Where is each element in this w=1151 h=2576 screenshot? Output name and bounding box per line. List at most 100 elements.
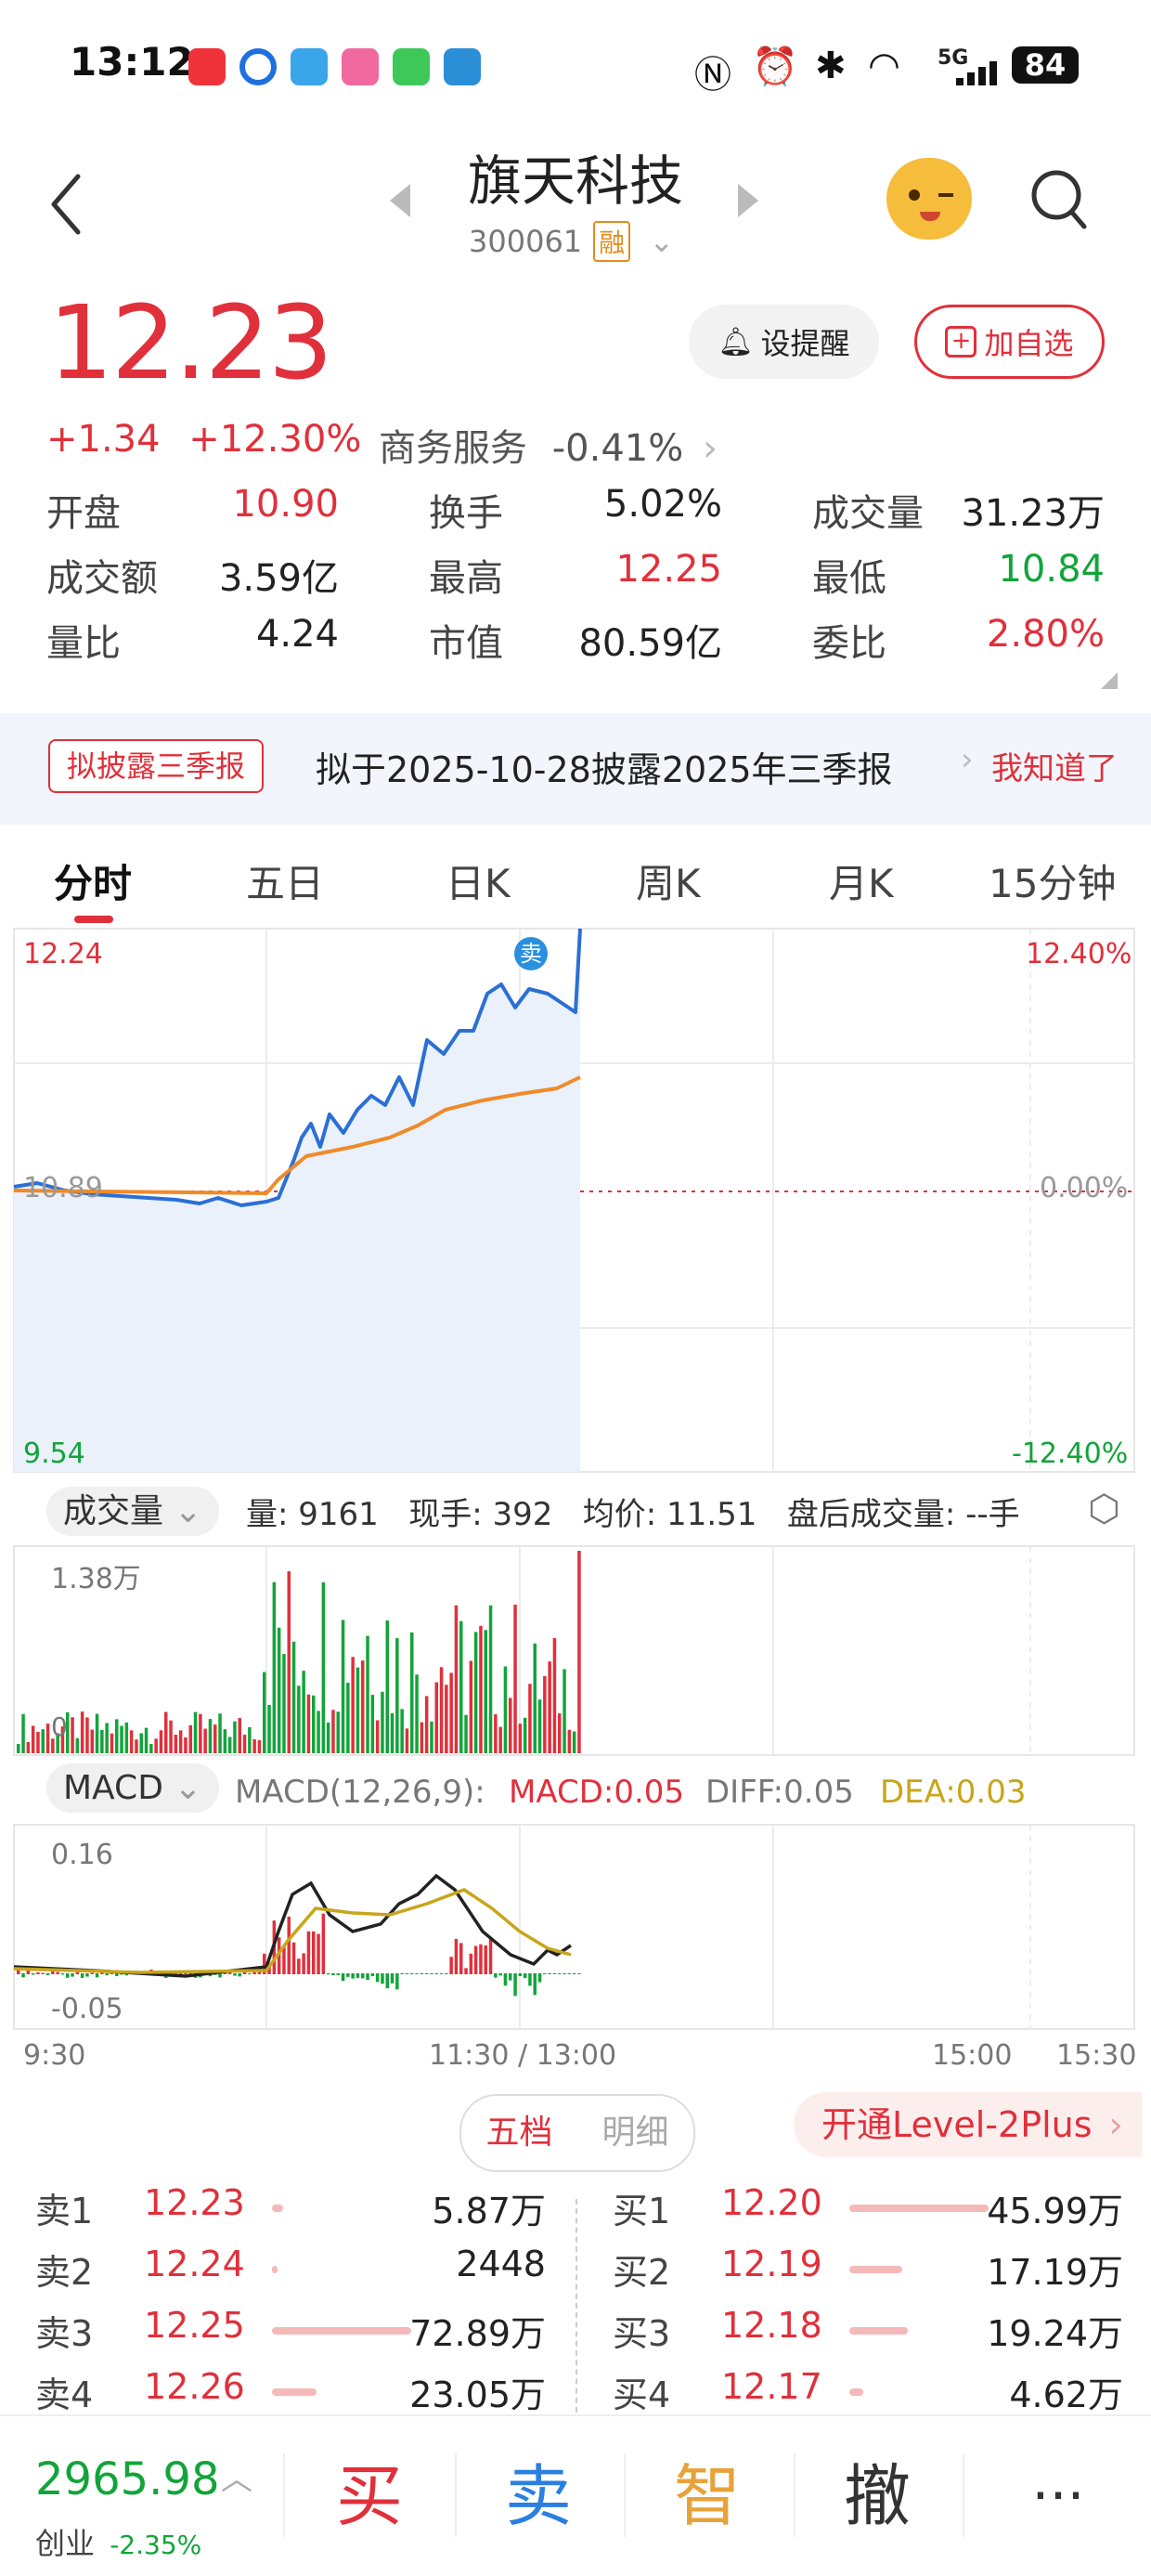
buy-level-price[interactable]: 12.18 <box>721 2305 822 2346</box>
macd-histogram-bar <box>445 1973 448 1974</box>
volume-bar <box>405 1728 409 1753</box>
macd-histogram-bar <box>484 1945 487 1974</box>
macd-histogram-bar <box>420 1973 424 1974</box>
buy-level-price[interactable]: 12.20 <box>721 2182 822 2223</box>
volume-bar <box>543 1676 547 1753</box>
macd-histogram-bar <box>523 1973 527 1979</box>
macd-histogram-bar <box>218 1973 222 1978</box>
volume-bar <box>95 1713 99 1753</box>
time-label-after: 15:30 <box>1056 2039 1137 2072</box>
buy-level-price[interactable]: 12.17 <box>721 2366 822 2407</box>
macd-histogram-bar <box>248 1973 252 1975</box>
sell-button[interactable]: 卖 <box>455 2416 622 2576</box>
volume-bar <box>518 1724 523 1753</box>
volume-bar <box>473 1632 478 1753</box>
macd-histogram-bar <box>366 1973 369 1981</box>
index-name-row: 创业 -2.35% <box>35 2520 201 2563</box>
sell-level-label: 卖3 <box>35 2313 94 2354</box>
orderbook-rows: 卖1 12.23 5.87万 卖2 12.24 2448 卖3 12.25 72.89万 卖4 12… <box>0 2182 1151 2415</box>
index-change: -2.35% <box>110 2530 202 2560</box>
volume-bar <box>381 1691 384 1753</box>
sell-level-price[interactable]: 12.25 <box>144 2305 245 2346</box>
volume-dropdown[interactable]: 成交量 ⌄ <box>46 1484 219 1536</box>
volume-bar <box>257 1739 262 1753</box>
smart-button[interactable]: 智 <box>624 2416 791 2576</box>
volume-bar <box>567 1729 572 1753</box>
tab-details[interactable]: 明细 <box>577 2096 693 2170</box>
more-button[interactable]: ··· <box>975 2416 1142 2576</box>
volume-bar <box>71 1717 74 1753</box>
volume-bar <box>144 1727 149 1753</box>
volume-bar <box>558 1713 562 1753</box>
macd-histogram-bar <box>430 1973 433 1974</box>
volume-bar <box>120 1725 123 1753</box>
volume-info: 量: 9161 现手: 392 均价: 11.51 盘后成交量: --手 <box>246 1496 1020 1533</box>
level2-upgrade-button[interactable]: 开通Level-2Plus › <box>794 2092 1142 2157</box>
macd-histogram-bar <box>238 1973 241 1977</box>
volume-bar <box>390 1712 394 1753</box>
settings-hexagon-icon[interactable]: ⬡ <box>1088 1488 1120 1530</box>
macd-histogram-bar <box>479 1944 483 1974</box>
volume-bar <box>272 1581 277 1753</box>
volume-bar <box>31 1725 35 1753</box>
volume-bar <box>430 1721 433 1753</box>
volume-bar <box>174 1735 178 1753</box>
volume-bar <box>488 1605 493 1753</box>
sell-level-price[interactable]: 12.26 <box>144 2366 245 2407</box>
volume-bar <box>370 1695 375 1753</box>
volume-bar <box>208 1719 213 1753</box>
macd-histogram-bar <box>60 1973 65 1975</box>
volume-bar <box>199 1713 202 1753</box>
volume-bar <box>503 1666 508 1753</box>
sell-level-label: 卖1 <box>35 2191 94 2231</box>
buy-level-price[interactable]: 12.19 <box>721 2244 822 2284</box>
macd-histogram-bar <box>390 1973 394 1984</box>
volume-bar <box>287 1571 291 1753</box>
sell-level-volume: 5.87万 <box>432 2191 546 2231</box>
volume-bar <box>317 1711 320 1753</box>
macd-histogram-bar <box>105 1973 109 1976</box>
volume-bar <box>188 1724 192 1753</box>
chevron-up-icon: ︿ <box>221 2461 252 2498</box>
volume-bar <box>321 1581 326 1753</box>
volume-bar <box>227 1737 232 1753</box>
volume-bar <box>164 1711 168 1753</box>
macd-histogram-bar <box>567 1973 572 1974</box>
volume-bar <box>223 1729 227 1753</box>
macd-value: MACD:0.05 <box>509 1774 685 1811</box>
volume-bar <box>85 1717 89 1753</box>
volume-bar <box>449 1672 453 1753</box>
index-value[interactable]: 2965.98 <box>35 2453 220 2505</box>
tab-five-levels[interactable]: 五档 <box>461 2096 577 2170</box>
macd-histogram-bar <box>405 1973 409 1974</box>
volume-bar <box>178 1730 183 1753</box>
volume-bar <box>424 1696 429 1753</box>
macd-dropdown[interactable]: MACD ⌄ <box>46 1763 219 1813</box>
chevron-right-icon: › <box>1108 2104 1123 2145</box>
volume-bar <box>242 1735 247 1753</box>
macd-histogram-bar <box>297 1958 301 1974</box>
macd-histogram-bar <box>577 1973 581 1974</box>
macd-histogram-bar <box>346 1973 350 1977</box>
macd-histogram-bar <box>518 1973 523 1976</box>
volume-bar <box>184 1737 188 1753</box>
macd-histogram-bar <box>80 1973 84 1978</box>
cancel-order-button[interactable]: 撤 <box>794 2416 961 2576</box>
volume-bar <box>302 1671 305 1753</box>
sell-marker[interactable]: 卖 <box>514 937 548 970</box>
macd-histogram-bar <box>233 1973 237 1976</box>
volume-bar <box>17 1744 20 1753</box>
volume-bar <box>445 1685 448 1753</box>
macd-histogram-bar <box>439 1973 444 1974</box>
sell-level-price[interactable]: 12.23 <box>144 2182 245 2223</box>
volume-bar <box>356 1667 360 1753</box>
volume-bar <box>90 1729 94 1753</box>
sell-level-volume-bar <box>272 2388 317 2396</box>
volume-bar <box>21 1713 25 1753</box>
sell-level-price[interactable]: 12.24 <box>144 2244 245 2284</box>
macd-histogram-bar <box>331 1973 335 1976</box>
volume-bar <box>509 1698 512 1753</box>
buy-button[interactable]: 买 <box>286 2416 453 2576</box>
sell-level-volume: 72.89万 <box>409 2313 546 2354</box>
volume-bar <box>498 1726 502 1753</box>
